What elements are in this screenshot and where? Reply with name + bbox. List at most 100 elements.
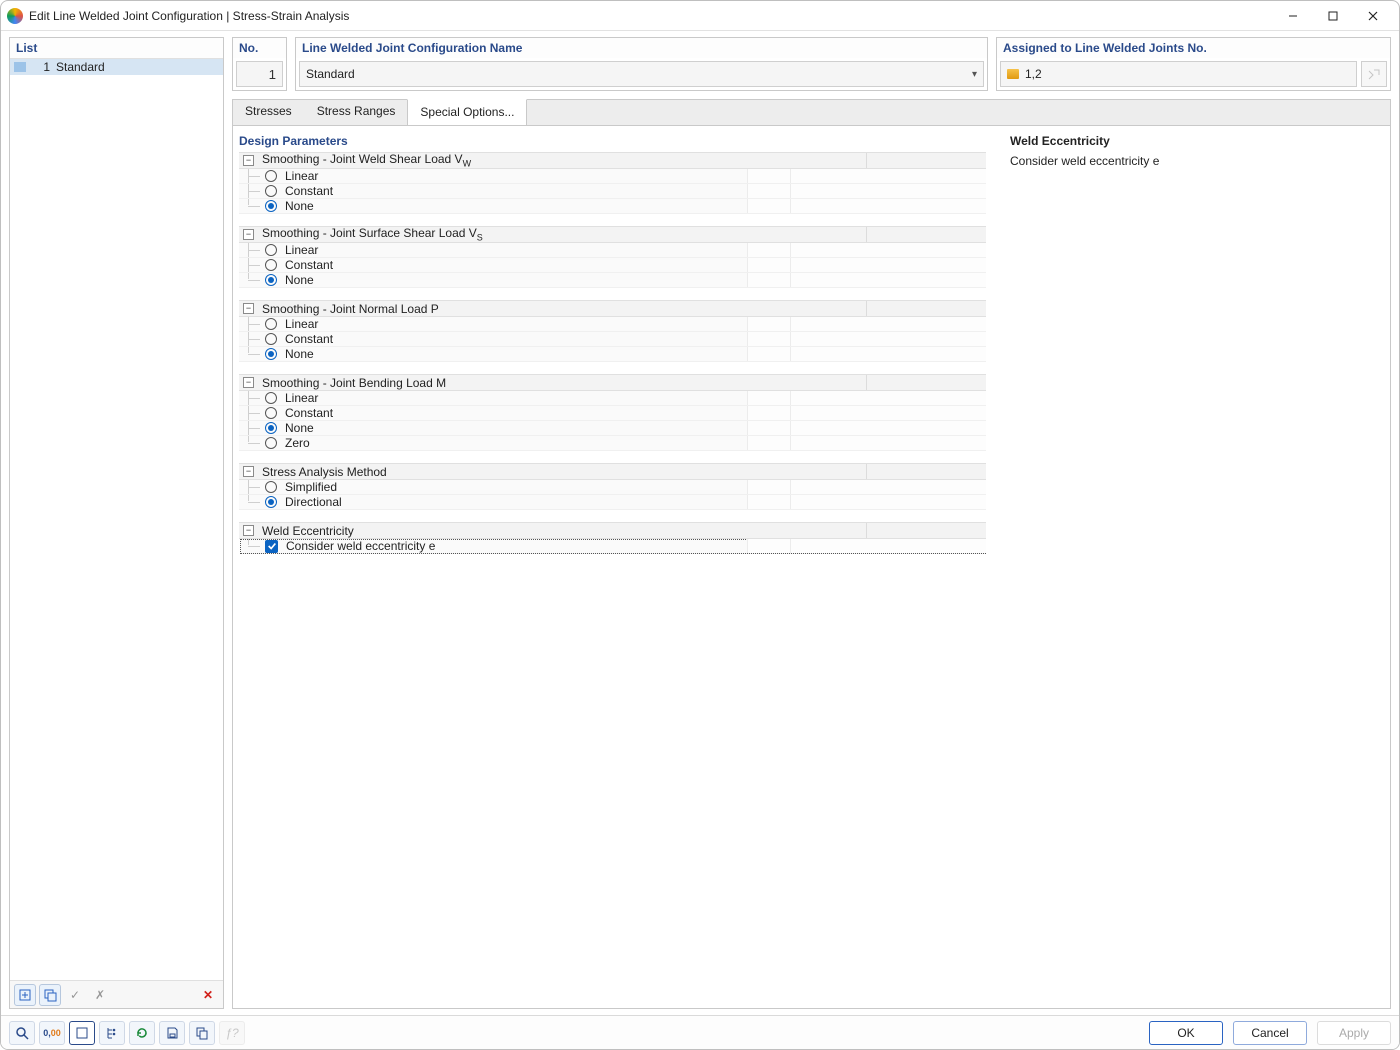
- group-smoothing-bending-load: − Smoothing - Joint Bending Load M Linea…: [239, 374, 986, 451]
- list-item-number: 1: [32, 60, 50, 74]
- list-item[interactable]: 1 Standard: [10, 59, 223, 75]
- subscript: W: [463, 159, 472, 169]
- group-header[interactable]: − Stress Analysis Method: [239, 463, 986, 480]
- subscript: S: [477, 233, 483, 243]
- collapse-icon[interactable]: −: [243, 155, 254, 166]
- option-simplified[interactable]: Simplified: [239, 480, 986, 495]
- assigned-input[interactable]: 1,2: [1000, 61, 1357, 87]
- refresh-button[interactable]: [129, 1021, 155, 1045]
- group-label: Weld Eccentricity: [262, 524, 354, 538]
- view-button[interactable]: [69, 1021, 95, 1045]
- option-label: Constant: [285, 332, 333, 346]
- radio-icon: [265, 185, 277, 197]
- collapse-icon[interactable]: −: [243, 466, 254, 477]
- joint-icon: [1007, 69, 1019, 79]
- copy-item-button[interactable]: [39, 984, 61, 1006]
- option-directional[interactable]: Directional: [239, 495, 986, 510]
- list-item-label: Standard: [56, 60, 105, 74]
- maximize-button[interactable]: [1313, 2, 1353, 30]
- close-button[interactable]: [1353, 2, 1393, 30]
- apply-button[interactable]: Apply: [1317, 1021, 1391, 1045]
- name-select[interactable]: Standard ▾: [299, 61, 984, 87]
- parameters-pane: Design Parameters − Smoothing - Joint We…: [233, 126, 992, 1008]
- ok-button[interactable]: OK: [1149, 1021, 1223, 1045]
- radio-icon: [265, 348, 277, 360]
- group-header[interactable]: − Smoothing - Joint Normal Load P: [239, 300, 986, 317]
- group-header[interactable]: − Smoothing - Joint Weld Shear Load VW: [239, 152, 986, 169]
- name-panel: Line Welded Joint Configuration Name Sta…: [295, 37, 988, 91]
- uncheck-all-button[interactable]: ✗: [89, 984, 111, 1006]
- group-header[interactable]: − Smoothing - Joint Surface Shear Load V…: [239, 226, 986, 243]
- pick-joints-button[interactable]: [1361, 61, 1387, 87]
- option-none[interactable]: None: [239, 273, 986, 288]
- option-linear[interactable]: Linear: [239, 169, 986, 184]
- list-body: 1 Standard: [10, 59, 223, 980]
- option-label: Simplified: [285, 480, 337, 494]
- collapse-icon[interactable]: −: [243, 377, 254, 388]
- option-none[interactable]: None: [239, 347, 986, 362]
- list-header: List: [10, 38, 223, 59]
- option-consider-eccentricity[interactable]: Consider weld eccentricity e: [240, 539, 986, 554]
- radio-icon: [265, 318, 277, 330]
- option-linear[interactable]: Linear: [239, 243, 986, 258]
- list-toolbar: ✓ ✗ ✕: [10, 980, 223, 1008]
- option-constant[interactable]: Constant: [239, 332, 986, 347]
- tab-stress-ranges[interactable]: Stress Ranges: [305, 100, 409, 125]
- group-smoothing-surface-shear: − Smoothing - Joint Surface Shear Load V…: [239, 226, 986, 288]
- info-pane: Weld Eccentricity Consider weld eccentri…: [1000, 126, 1390, 1008]
- delete-item-button[interactable]: ✕: [197, 984, 219, 1006]
- option-linear[interactable]: Linear: [239, 317, 986, 332]
- radio-icon: [265, 481, 277, 493]
- radio-icon: [265, 437, 277, 449]
- radio-icon: [265, 496, 277, 508]
- group-label: Smoothing - Joint Normal Load P: [262, 302, 439, 316]
- search-button[interactable]: [9, 1021, 35, 1045]
- collapse-icon[interactable]: −: [243, 303, 254, 314]
- function-button[interactable]: ƒ?: [219, 1021, 245, 1045]
- group-header[interactable]: − Weld Eccentricity: [239, 522, 986, 539]
- group-header[interactable]: − Smoothing - Joint Bending Load M: [239, 374, 986, 391]
- new-item-button[interactable]: [14, 984, 36, 1006]
- dialog-footer: 0,00 ƒ? OK Cancel Apply: [1, 1015, 1399, 1049]
- option-label: Directional: [285, 495, 342, 509]
- option-constant[interactable]: Constant: [239, 258, 986, 273]
- option-zero[interactable]: Zero: [239, 436, 986, 451]
- checkbox-icon: [265, 540, 278, 553]
- option-label: Linear: [285, 391, 318, 405]
- cancel-button[interactable]: Cancel: [1233, 1021, 1307, 1045]
- number-panel: No.: [232, 37, 287, 91]
- number-input[interactable]: [236, 61, 283, 87]
- collapse-icon[interactable]: −: [243, 229, 254, 240]
- option-label: Linear: [285, 317, 318, 331]
- assigned-label: Assigned to Line Welded Joints No.: [997, 38, 1390, 58]
- chevron-down-icon: ▾: [972, 69, 977, 80]
- radio-icon: [265, 244, 277, 256]
- assigned-value: 1,2: [1025, 67, 1042, 81]
- tab-stresses[interactable]: Stresses: [233, 100, 305, 125]
- option-label: Zero: [285, 436, 310, 450]
- check-all-button[interactable]: ✓: [64, 984, 86, 1006]
- option-label: Constant: [285, 184, 333, 198]
- minimize-button[interactable]: [1273, 2, 1313, 30]
- group-label: Smoothing - Joint Surface Shear Load V: [262, 226, 477, 240]
- option-label: None: [285, 199, 314, 213]
- group-label: Stress Analysis Method: [262, 465, 387, 479]
- list-item-icon: [14, 62, 26, 72]
- copy-config-button[interactable]: [189, 1021, 215, 1045]
- save-config-button[interactable]: [159, 1021, 185, 1045]
- option-constant[interactable]: Constant: [239, 184, 986, 199]
- group-label: Smoothing - Joint Bending Load M: [262, 376, 446, 390]
- option-constant[interactable]: Constant: [239, 406, 986, 421]
- units-button[interactable]: 0,00: [39, 1021, 65, 1045]
- option-linear[interactable]: Linear: [239, 391, 986, 406]
- tab-special-options[interactable]: Special Options...: [407, 99, 527, 126]
- collapse-icon[interactable]: −: [243, 525, 254, 536]
- option-none[interactable]: None: [239, 421, 986, 436]
- title-bar: Edit Line Welded Joint Configuration | S…: [1, 1, 1399, 31]
- tab-content: Design Parameters − Smoothing - Joint We…: [232, 125, 1391, 1009]
- option-label: None: [285, 273, 314, 287]
- design-parameters-title: Design Parameters: [239, 132, 986, 152]
- tree-button[interactable]: [99, 1021, 125, 1045]
- group-smoothing-normal-load: − Smoothing - Joint Normal Load P Linear…: [239, 300, 986, 362]
- option-none[interactable]: None: [239, 199, 986, 214]
